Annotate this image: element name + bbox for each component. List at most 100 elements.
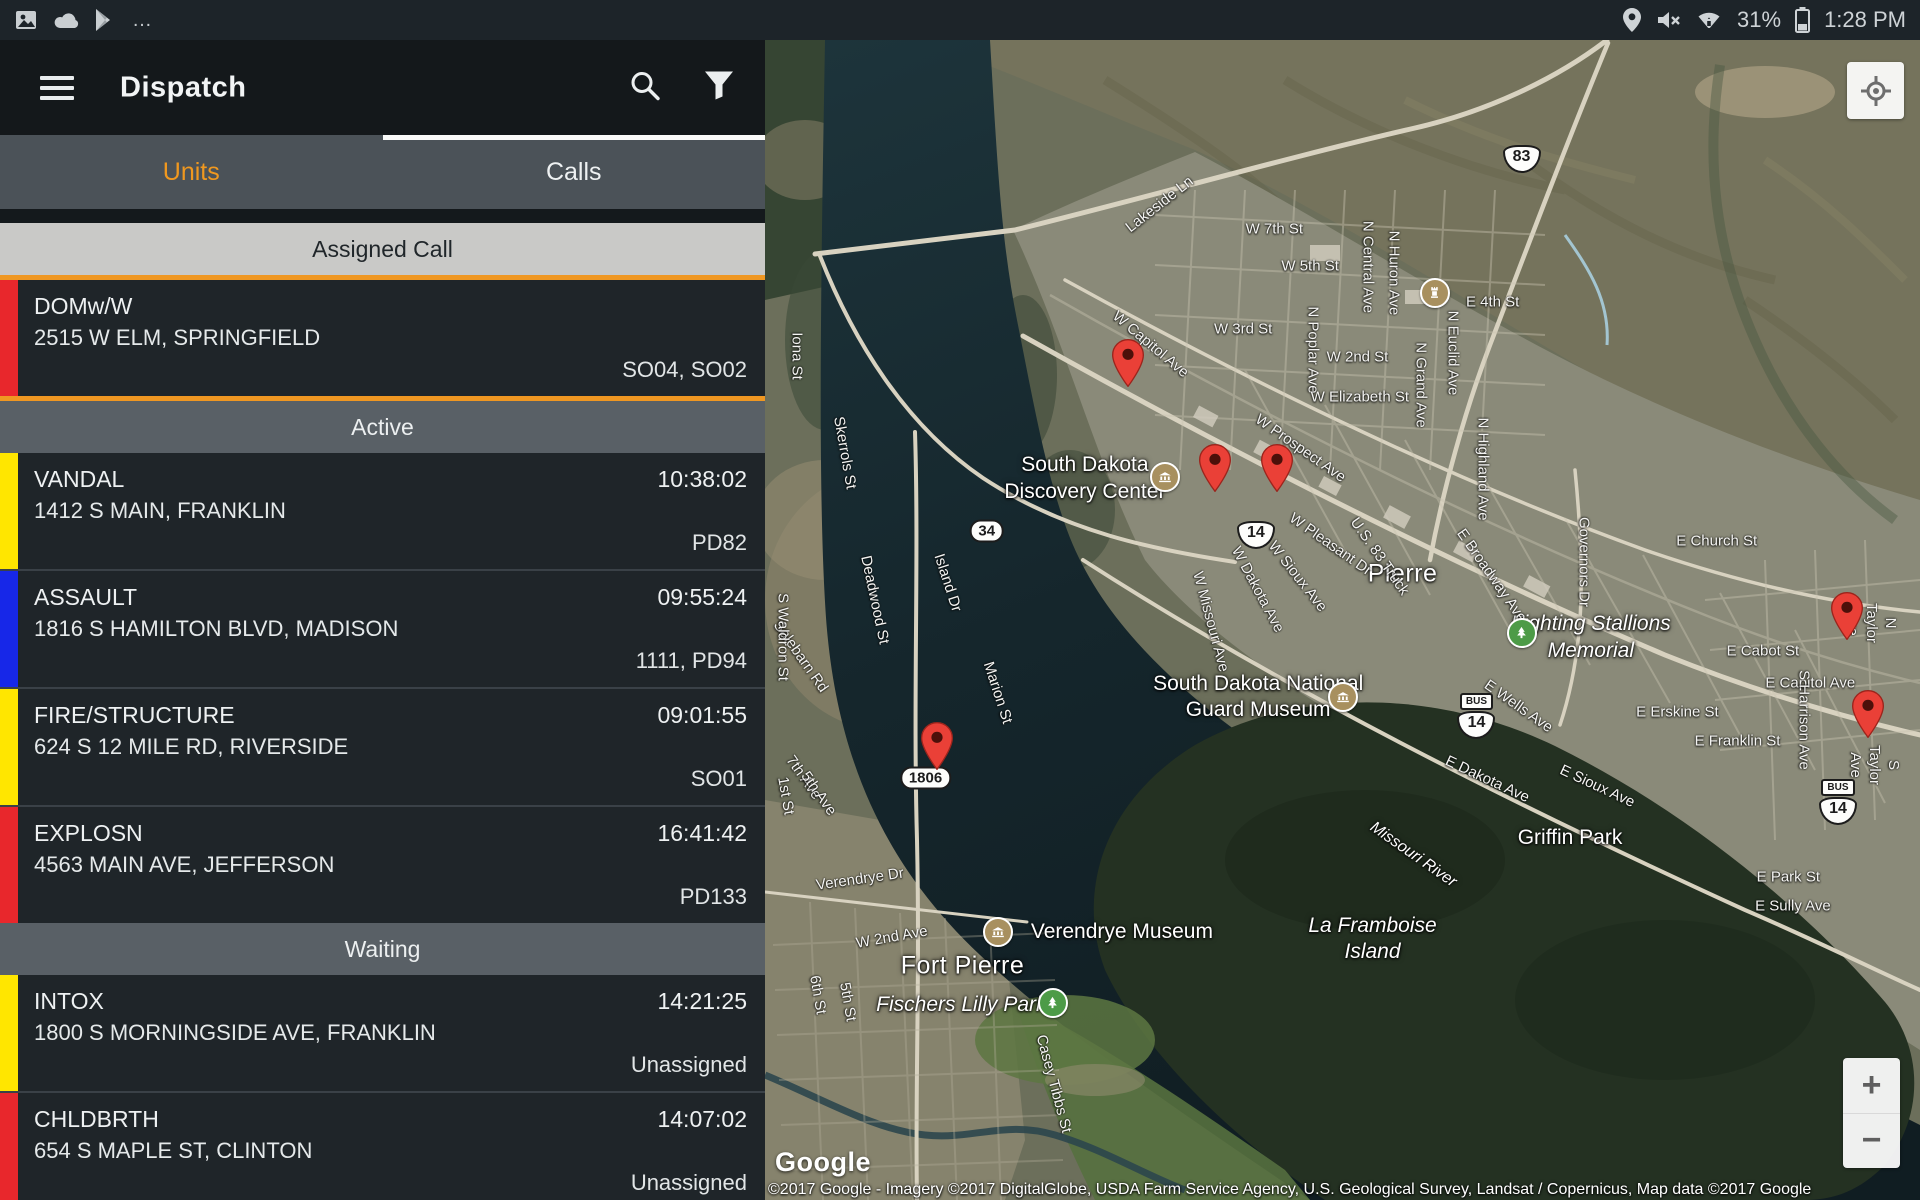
call-units: 1111, PD94 [34, 646, 747, 676]
battery-percent: 31% [1737, 7, 1781, 33]
dispatch-panel: Dispatch UnitsCalls Assigned CallDOMw/W2… [0, 40, 765, 1200]
call-body: CHLDBRTH14:07:02654 S MAPLE ST, CLINTONU… [18, 1093, 765, 1200]
route-shield: BUS14 [1457, 693, 1495, 739]
filter-icon[interactable] [702, 69, 736, 106]
call-address: 624 S 12 MILE RD, RIVERSIDE [34, 732, 747, 762]
call-address: 654 S MAPLE ST, CLINTON [34, 1136, 747, 1166]
call-body: FIRE/STRUCTURE09:01:55624 S 12 MILE RD, … [18, 689, 765, 805]
route-shield: 83 [1503, 145, 1541, 173]
zoom-control: + − [1843, 1058, 1900, 1168]
route-number: 83 [1503, 145, 1541, 173]
map-pin[interactable] [1112, 339, 1144, 387]
screen: … 31% 1:28 PM Dispatch [0, 0, 1920, 1200]
call-item[interactable]: VANDAL10:38:021412 S MAIN, FRANKLINPD82 [0, 453, 765, 569]
call-units: PD82 [34, 528, 747, 558]
map-label: Casey Tibbs St [1030, 1033, 1074, 1135]
clock: 1:28 PM [1824, 7, 1906, 33]
map-pin[interactable] [1852, 690, 1884, 738]
call-type: FIRE/STRUCTURE [34, 700, 235, 730]
castle-poi-icon[interactable] [1420, 278, 1450, 308]
call-body: INTOX14:21:251800 S MORNINGSIDE AVE, FRA… [18, 975, 765, 1091]
map-pin[interactable] [1261, 444, 1293, 492]
zoom-in-button[interactable]: + [1843, 1058, 1900, 1114]
museum-poi-icon[interactable] [1150, 462, 1180, 492]
map-label: E Broadway Ave [1452, 526, 1530, 627]
zoom-out-button[interactable]: − [1843, 1114, 1900, 1169]
call-address: 1412 S MAIN, FRANKLIN [34, 496, 747, 526]
map-label: N Poplar Ave [1303, 306, 1322, 393]
route-number: 14 [1819, 797, 1857, 825]
map[interactable]: South Dakota Discovery CenterPierreFight… [765, 40, 1920, 1200]
map-pin[interactable] [1199, 444, 1231, 492]
search-icon[interactable] [628, 68, 662, 107]
map-label: Lakeside Ln [1122, 172, 1197, 237]
map-label: Deadwood St [855, 554, 892, 646]
route-shield: 1806 [900, 766, 951, 789]
route-banner: BUS [1821, 779, 1854, 796]
section-items: DOMw/W2515 W ELM, SPRINGFIELDSO04, SO02 [0, 275, 765, 401]
call-body: ASSAULT09:55:241816 S HAMILTON BLVD, MAD… [18, 571, 765, 687]
play-store-icon [94, 8, 116, 32]
call-body: EXPLOSN16:41:424563 MAIN AVE, JEFFERSONP… [18, 807, 765, 923]
map-pin[interactable] [1831, 592, 1863, 640]
map-label: N Highland Ave [1473, 418, 1492, 521]
map-attribution: ©2017 Google - Imagery ©2017 DigitalGlob… [765, 1180, 1920, 1200]
map-label: W 5th St [1281, 258, 1339, 277]
map-label: Verendrye Dr [815, 864, 905, 895]
tree-poi-icon[interactable] [1507, 618, 1537, 648]
call-address: 4563 MAIN AVE, JEFFERSON [34, 850, 747, 880]
call-units: PD133 [34, 882, 747, 912]
map-pin[interactable] [921, 722, 953, 770]
call-list: Assigned CallDOMw/W2515 W ELM, SPRINGFIE… [0, 209, 765, 1200]
map-label: Fischers Lilly Park [876, 992, 1046, 1018]
tab-calls[interactable]: Calls [383, 135, 766, 209]
status-left: … [14, 8, 155, 32]
museum-poi-icon[interactable] [1328, 682, 1358, 712]
museum-poi-icon[interactable] [983, 917, 1013, 947]
tab-bar: UnitsCalls [0, 135, 765, 209]
call-body: VANDAL10:38:021412 S MAIN, FRANKLINPD82 [18, 453, 765, 569]
map-overlays: South Dakota Discovery CenterPierreFight… [765, 40, 1920, 1200]
map-label: W 2nd St [1327, 348, 1389, 367]
map-label: W Elizabeth St [1311, 389, 1409, 408]
map-label: W 7th St [1246, 221, 1304, 240]
call-units: Unassigned [34, 1050, 747, 1080]
map-label: E 4th St [1466, 294, 1519, 313]
route-number: 1806 [900, 766, 951, 789]
call-item[interactable]: DOMw/W2515 W ELM, SPRINGFIELDSO04, SO02 [0, 280, 765, 396]
call-type: ASSAULT [34, 582, 137, 612]
map-label: Iona St [787, 332, 806, 380]
severity-bar [0, 571, 18, 687]
call-address: 1800 S MORNINGSIDE AVE, FRANKLIN [34, 1018, 747, 1048]
call-item[interactable]: EXPLOSN16:41:424563 MAIN AVE, JEFFERSONP… [0, 805, 765, 923]
status-right: 31% 1:28 PM [1623, 7, 1906, 33]
tab-units[interactable]: Units [0, 135, 383, 209]
map-label: N Huron Ave [1384, 231, 1403, 316]
call-item[interactable]: CHLDBRTH14:07:02654 S MAPLE ST, CLINTONU… [0, 1091, 765, 1200]
call-units: SO01 [34, 764, 747, 794]
tree-poi-icon[interactable] [1038, 988, 1068, 1018]
section-header-active: Active [0, 401, 765, 453]
wifi-icon [1695, 8, 1723, 32]
call-item[interactable]: FIRE/STRUCTURE09:01:55624 S 12 MILE RD, … [0, 687, 765, 805]
call-time: 10:38:02 [657, 464, 747, 494]
mute-icon [1655, 8, 1681, 32]
route-banner: BUS [1460, 693, 1493, 710]
map-label: La Framboise Island [1308, 913, 1436, 966]
severity-bar [0, 280, 18, 396]
section-items: VANDAL10:38:021412 S MAIN, FRANKLINPD82A… [0, 453, 765, 923]
menu-icon[interactable] [40, 76, 74, 101]
call-address: 2515 W ELM, SPRINGFIELD [34, 323, 747, 353]
call-item[interactable]: ASSAULT09:55:241816 S HAMILTON BLVD, MAD… [0, 569, 765, 687]
call-body: DOMw/W2515 W ELM, SPRINGFIELDSO04, SO02 [18, 280, 765, 396]
map-label: W 2nd Ave [855, 922, 929, 953]
map-label: South Dakota Discovery Center [1004, 452, 1165, 505]
map-label: N Central Ave [1357, 221, 1376, 313]
call-item[interactable]: INTOX14:21:251800 S MORNINGSIDE AVE, FRA… [0, 975, 765, 1091]
my-location-button[interactable] [1847, 62, 1904, 119]
map-label: W 3rd St [1214, 321, 1272, 340]
battery-icon [1795, 7, 1810, 33]
map-label: Island Dr [929, 551, 965, 614]
call-time: 16:41:42 [657, 818, 747, 848]
map-label: S Waldron St [773, 593, 792, 681]
